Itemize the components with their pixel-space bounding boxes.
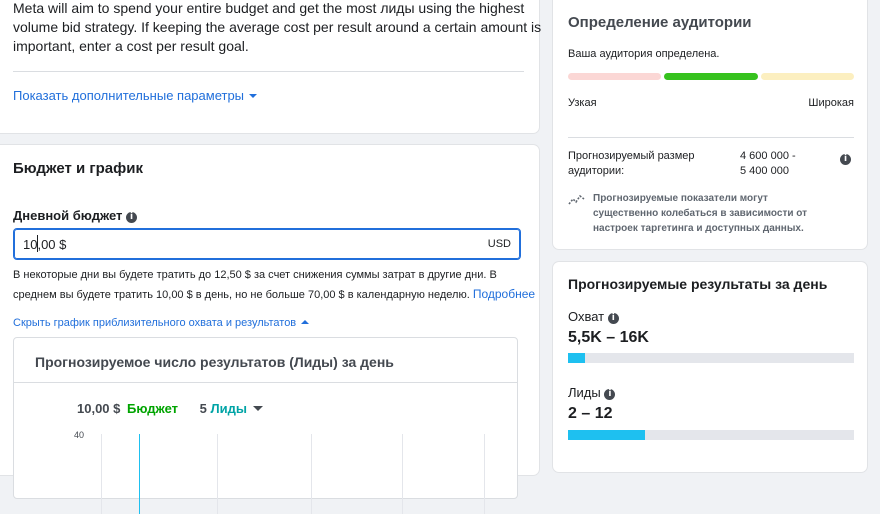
learn-more-link[interactable]: Подробнее — [473, 287, 535, 301]
wide-label: Широкая — [808, 97, 854, 109]
leads-value: 2 – 12 — [568, 405, 613, 422]
info-icon[interactable]: i — [840, 154, 851, 165]
y-axis-tick: 40 — [74, 430, 85, 440]
daily-budget-input[interactable]: 10,00 $ USD — [13, 228, 521, 260]
currency-code: USD — [487, 238, 511, 250]
results-selector[interactable]: Лиды — [210, 401, 263, 416]
text-cursor — [37, 235, 38, 252]
audience-gauge-defined — [664, 73, 758, 80]
divider — [568, 137, 854, 138]
audience-status: Ваша аудитория определена. — [568, 48, 720, 60]
budget-note: В некоторые дни вы будете тратить до 12,… — [13, 269, 536, 301]
chevron-down-icon — [249, 94, 258, 98]
hide-chart-link[interactable]: Скрыть график приблизительного охвата и … — [13, 317, 310, 329]
budget-marker-line — [139, 434, 140, 514]
info-icon[interactable]: i — [604, 389, 616, 400]
reach-value: 5,5K – 16K — [568, 329, 649, 346]
trend-icon — [568, 192, 586, 211]
bid-strategy-description: Meta will aim to spend your entire budge… — [13, 0, 542, 54]
grid-line — [311, 434, 312, 514]
grid-line — [101, 434, 102, 514]
grid-line — [217, 434, 218, 514]
grid-line — [484, 434, 485, 514]
budget-legend: Бюджет — [127, 401, 178, 416]
budget-schedule-card: Бюджет и график Дневной бюджет i 10,00 $… — [0, 145, 539, 514]
chevron-up-icon — [301, 320, 310, 324]
audience-gauge-narrow — [568, 73, 661, 80]
divider — [13, 71, 524, 72]
narrow-label: Узкая — [568, 97, 597, 109]
audience-size-value: 4 600 000 - 5 400 000 — [740, 150, 796, 177]
audience-size-label: Прогнозируемый размер аудитории: — [568, 150, 695, 177]
leads-progress-bar — [568, 430, 854, 440]
chart-summary: 10,00 $ Бюджет 5 Лиды — [77, 401, 263, 416]
daily-budget-label: Дневной бюджет i — [13, 208, 138, 223]
reach-progress-bar — [568, 353, 854, 363]
results-value: 5 — [199, 401, 207, 416]
chevron-down-icon — [252, 406, 263, 411]
info-icon[interactable]: i — [607, 313, 619, 324]
audience-definition-card: Определение аудитории Ваша аудитория опр… — [553, 0, 867, 249]
daily-results-title: Прогнозируемые результаты за день — [568, 276, 828, 292]
grid-line — [402, 434, 403, 514]
audience-gauge-wide — [761, 73, 854, 80]
bid-strategy-card: Meta will aim to spend your entire budge… — [0, 0, 542, 133]
reach-label: Охват i — [568, 309, 619, 324]
more-options-link[interactable]: Показать дополнительные параметры — [13, 88, 258, 103]
reach-progress-fill — [568, 353, 586, 363]
daily-results-card: Прогнозируемые результаты за день Охват … — [553, 262, 867, 472]
estimate-disclaimer: Прогнозируемые показатели могут существе… — [593, 193, 808, 234]
leads-label: Лиды i — [568, 385, 616, 400]
leads-progress-fill — [568, 430, 646, 440]
results-estimate-panel: Прогнозируемое число результатов (Лиды) … — [13, 337, 518, 514]
info-icon[interactable]: i — [126, 212, 138, 223]
budget-value: 10,00 $ — [77, 401, 121, 416]
panel-divider — [14, 382, 517, 383]
panel-title: Прогнозируемое число результатов (Лиды) … — [35, 354, 394, 370]
section-title: Бюджет и график — [13, 160, 144, 177]
daily-budget-value: 10,00 $ — [23, 237, 67, 252]
audience-title: Определение аудитории — [568, 14, 752, 31]
